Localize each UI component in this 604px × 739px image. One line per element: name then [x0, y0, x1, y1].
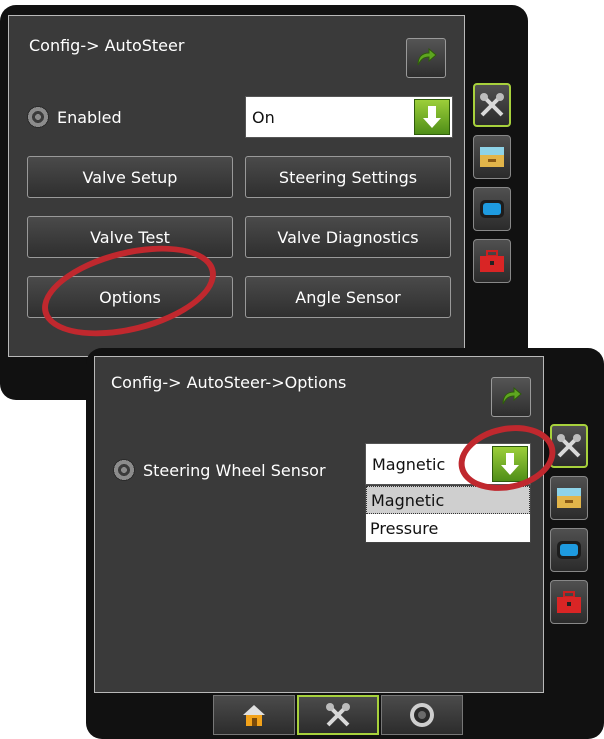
steering-wheel-icon	[27, 106, 49, 128]
options-screen: Config-> AutoSteer->Options Steering Whe…	[86, 348, 604, 739]
valve-test-button[interactable]: Valve Test	[27, 216, 233, 258]
monitor-icon	[557, 541, 581, 559]
options-panel: Config-> AutoSteer->Options Steering Whe…	[94, 356, 544, 693]
main-panel: Config-> AutoSteer Enabled On Valve Setu…	[8, 15, 465, 357]
page-title: Config-> AutoSteer->Options	[111, 373, 347, 392]
toolbox-icon	[557, 591, 581, 613]
side-tab-monitor[interactable]	[550, 528, 588, 572]
home-icon	[243, 705, 265, 726]
side-tab-toolbox[interactable]	[473, 239, 511, 283]
back-button[interactable]	[406, 38, 446, 78]
tools-icon	[326, 703, 350, 727]
side-tab-drawer[interactable]	[473, 135, 511, 179]
enabled-label: Enabled	[27, 106, 122, 128]
dropdown-arrow-button[interactable]	[414, 99, 450, 135]
down-arrow-icon	[423, 106, 441, 128]
side-tab-toolbox[interactable]	[550, 580, 588, 624]
down-arrow-icon	[501, 453, 519, 475]
side-tab-monitor[interactable]	[473, 187, 511, 231]
camera-icon	[410, 703, 434, 727]
dropdown-option-magnetic[interactable]: Magnetic	[366, 486, 530, 514]
bottom-tab-tools[interactable]	[297, 695, 379, 735]
valve-setup-button[interactable]: Valve Setup	[27, 156, 233, 198]
bottom-tab-camera[interactable]	[381, 695, 463, 735]
bottom-tab-home[interactable]	[213, 695, 295, 735]
steering-wheel-icon	[113, 459, 135, 481]
sensor-select[interactable]: Magnetic	[365, 443, 531, 485]
angle-sensor-button[interactable]: Angle Sensor	[245, 276, 451, 318]
tools-icon	[557, 434, 581, 458]
steering-settings-button[interactable]: Steering Settings	[245, 156, 451, 198]
drawer-icon	[480, 147, 504, 167]
dropdown-option-pressure[interactable]: Pressure	[366, 514, 530, 542]
dropdown-arrow-button[interactable]	[492, 446, 528, 482]
enabled-select[interactable]: On	[245, 96, 453, 138]
back-arrow-icon	[417, 47, 437, 66]
valve-diagnostics-button[interactable]: Valve Diagnostics	[245, 216, 451, 258]
drawer-icon	[557, 488, 581, 508]
enabled-label-text: Enabled	[57, 107, 122, 127]
monitor-icon	[480, 200, 504, 218]
back-button[interactable]	[491, 377, 531, 417]
steering-wheel-sensor-text: Steering Wheel Sensor	[143, 460, 326, 480]
side-tab-tools[interactable]	[473, 83, 511, 127]
options-button[interactable]: Options	[27, 276, 233, 318]
sensor-value: Magnetic	[372, 454, 446, 474]
steering-wheel-sensor-label: Steering Wheel Sensor	[113, 459, 326, 481]
tools-icon	[480, 93, 504, 117]
config-autosteer-screen: Config-> AutoSteer Enabled On Valve Setu…	[0, 5, 528, 400]
enabled-value: On	[252, 107, 275, 127]
side-tab-drawer[interactable]	[550, 476, 588, 520]
page-title: Config-> AutoSteer	[29, 36, 185, 55]
toolbox-icon	[480, 250, 504, 272]
sensor-dropdown-list: Magnetic Pressure	[365, 485, 531, 543]
back-arrow-icon	[502, 386, 522, 405]
side-tab-tools[interactable]	[550, 424, 588, 468]
